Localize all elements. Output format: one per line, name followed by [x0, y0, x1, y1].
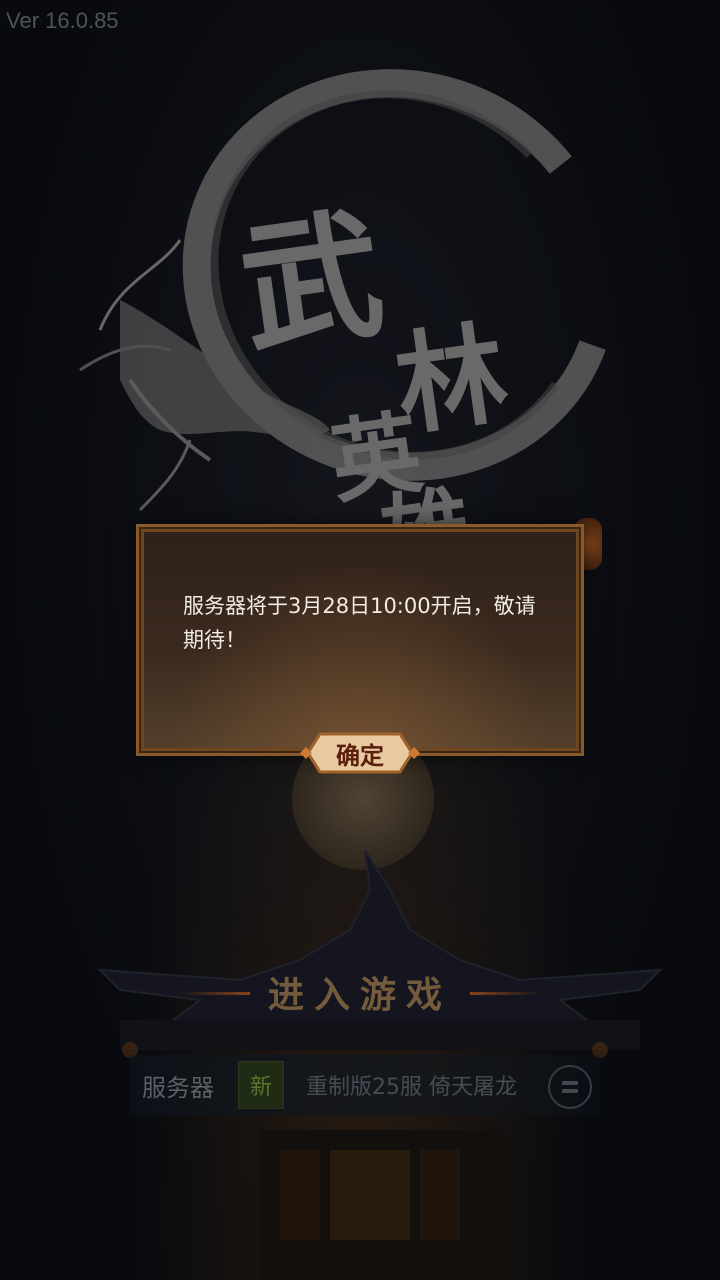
- notice-dialog: 服务器将于3月28日10:00开启，敬请期待！: [136, 524, 584, 756]
- game-login-screen: Ver 16.0.85 武 林 英 雄 传 进入游戏 服务器 新 重制版25服 …: [0, 0, 720, 1280]
- confirm-button-label: 确定: [336, 740, 384, 770]
- confirm-button[interactable]: 确定: [298, 730, 422, 776]
- dialog-message: 服务器将于3月28日10:00开启，敬请期待！: [183, 594, 536, 652]
